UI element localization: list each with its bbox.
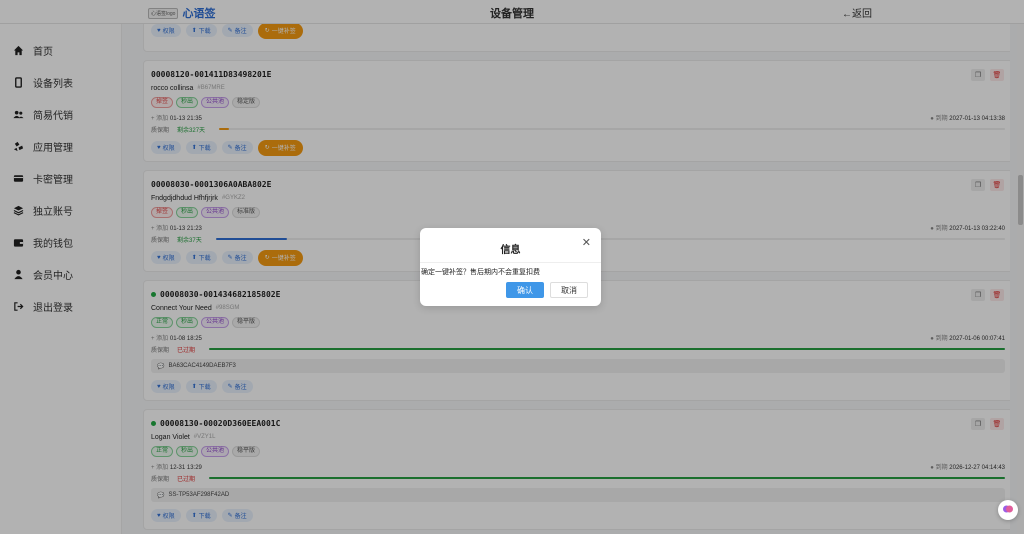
dialog-message: 确定一键补签？售后期内不会重复扣费 xyxy=(421,269,540,276)
cancel-button[interactable]: 取消 xyxy=(550,282,588,298)
dialog-title: 信息 xyxy=(500,245,521,256)
floating-assistant-button[interactable] xyxy=(998,500,1018,520)
brain-icon xyxy=(1002,503,1014,517)
confirm-button[interactable]: 确认 xyxy=(506,282,544,298)
dialog-divider xyxy=(420,262,601,263)
confirm-dialog: 信息 ✕ 确定一键补签？售后期内不会重复扣费 确认 取消 xyxy=(420,228,601,306)
close-icon[interactable]: ✕ xyxy=(582,236,591,249)
